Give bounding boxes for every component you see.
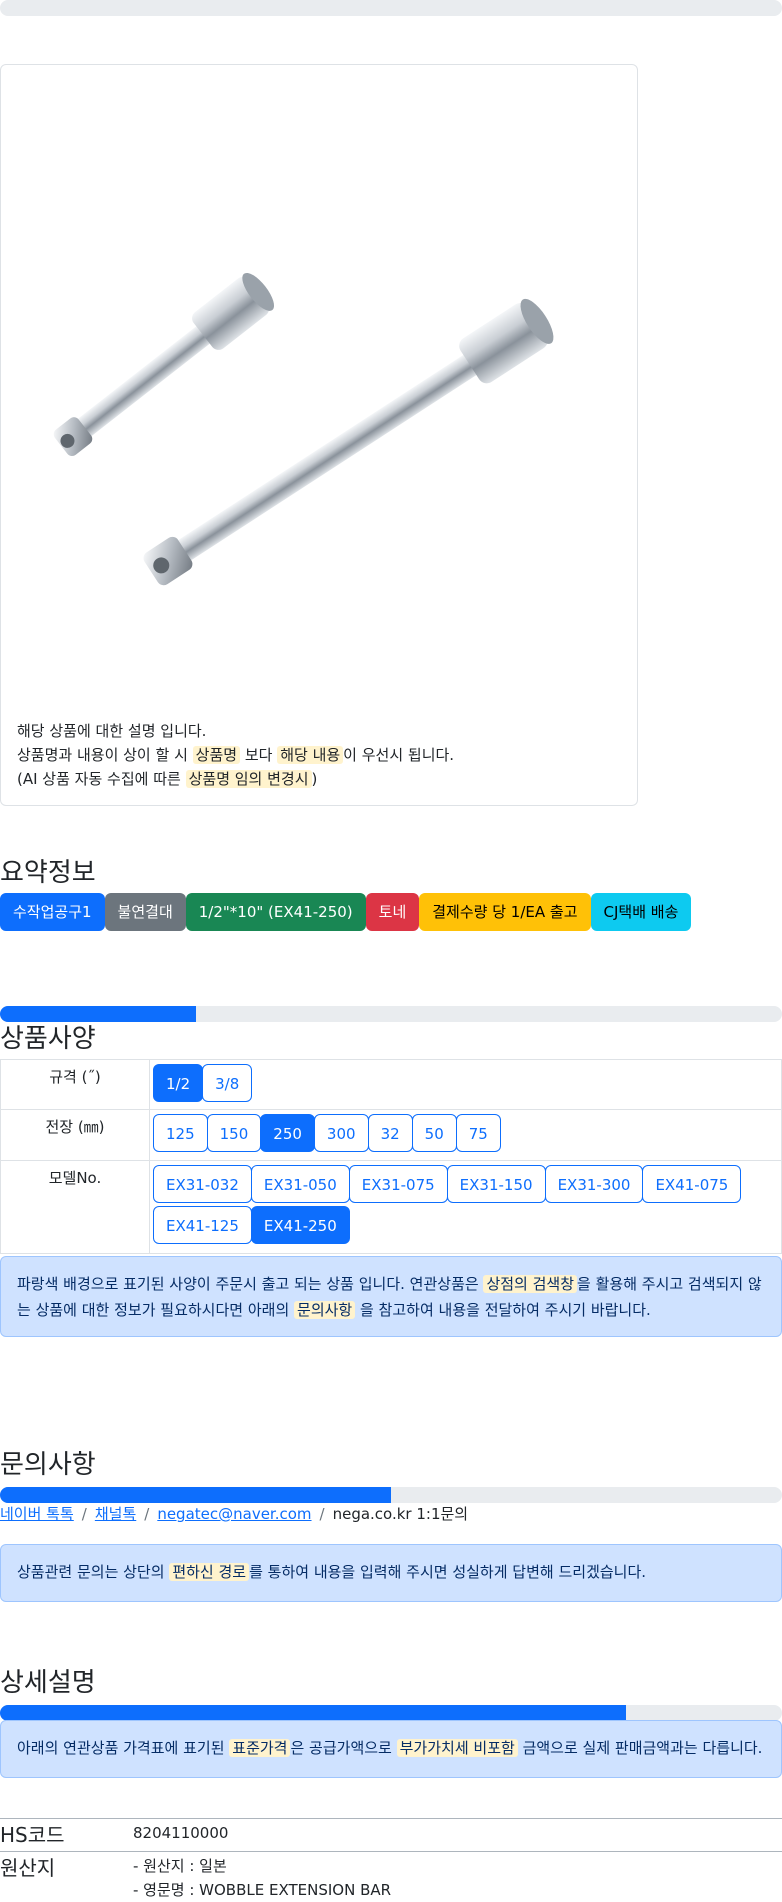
spec-label-model: 모델No. (0, 1160, 150, 1254)
notice-highlight-product-name: 상품명 (192, 746, 241, 764)
badge-brand: 토네 (365, 893, 420, 931)
option-length-300[interactable]: 300 (313, 1114, 369, 1152)
notice-line-3: (AI 상품 자동 수집에 따른 상품명 임의 변경시) (17, 770, 318, 788)
detail-title: 상세설명 (0, 1668, 96, 1698)
spec-progress-bar (0, 1006, 782, 1022)
product-notice: 해당 상품에 대한 설명 입니다. 상품명과 내용이 상이 할 시 상품명 보다… (17, 719, 627, 791)
option-model-ex31-032[interactable]: EX31-032 (153, 1165, 252, 1203)
alert-highlight-search: 상점의 검색창 (483, 1275, 578, 1293)
option-model-ex31-075[interactable]: EX31-075 (348, 1165, 448, 1203)
short-extension-bar (53, 272, 275, 457)
option-model-ex41-250[interactable]: EX41-250 (250, 1206, 350, 1244)
option-size-1-2[interactable]: 1/2 (153, 1064, 204, 1102)
origin-row: 원산지 - 원산지 : 일본 - 영문명 : WOBBLE EXTENSION … (0, 1851, 782, 1902)
alert-highlight-inquiry: 문의사항 (294, 1301, 356, 1319)
inquiry-title: 문의사항 (0, 1450, 96, 1480)
notice-highlight-rename: 상품명 임의 변경시 (185, 770, 312, 788)
link-channel-talk[interactable]: 채널톡 (95, 1505, 136, 1523)
top-progress-bar (0, 0, 782, 16)
option-length-50[interactable]: 50 (411, 1114, 457, 1152)
spec-options-size: 1/2 3/8 (149, 1059, 782, 1110)
option-model-ex41-125[interactable]: EX41-125 (153, 1206, 252, 1244)
badge-quantity: 결제수량 당 1/EA 출고 (419, 893, 591, 931)
hs-code-value: 8204110000 (133, 1824, 229, 1842)
summary-title: 요약정보 (0, 858, 96, 888)
product-image (53, 272, 554, 586)
option-length-250[interactable]: 250 (260, 1114, 315, 1152)
option-model-ex31-150[interactable]: EX31-150 (446, 1165, 546, 1203)
inquiry-progress-fill (0, 1487, 391, 1503)
spec-label-size: 규격 (˝) (0, 1059, 150, 1110)
notice-line-1: 해당 상품에 대한 설명 입니다. (17, 722, 207, 740)
hs-code-label: HS코드 (0, 1823, 65, 1847)
notice-highlight-content: 해당 내용 (277, 746, 344, 764)
detail-progress-fill (0, 1705, 626, 1721)
option-model-ex31-050[interactable]: EX31-050 (250, 1165, 350, 1203)
spec-options-model: EX31-032 EX31-050 EX31-075 EX31-150 EX31-300… (149, 1160, 782, 1254)
badge-model: 1/2"*10" (EX41-250) (185, 893, 366, 931)
spec-label-length: 전장 (㎜) (0, 1109, 150, 1161)
spec-row-size: 규격 (˝) 1/2 3/8 (0, 1059, 782, 1110)
spec-table: 규격 (˝) 1/2 3/8 전장 (㎜) 125 150 250 300 32 50 75 … (0, 1059, 782, 1254)
badge-shipping: CJ택배 배송 (590, 893, 692, 931)
badge-type: 불연결대 (104, 893, 186, 931)
option-model-ex31-300[interactable]: EX31-300 (544, 1165, 644, 1203)
product-card: 해당 상품에 대한 설명 입니다. 상품명과 내용이 상이 할 시 상품명 보다… (0, 64, 638, 806)
option-length-75[interactable]: 75 (455, 1114, 501, 1152)
alert-highlight-vat: 부가가치세 비포함 (396, 1739, 518, 1757)
origin-label: 원산지 (0, 1856, 56, 1880)
link-naver-talktalk[interactable]: 네이버 톡톡 (0, 1505, 74, 1523)
inquiry-channels: 네이버 톡톡 / 채널톡 / negatec@naver.com / nega.co.kr … (0, 1505, 469, 1523)
origin-country: - 원산지 : 일본 (133, 1857, 227, 1875)
link-email[interactable]: negatec@naver.com (157, 1505, 311, 1523)
notice-line-2: 상품명과 내용이 상이 할 시 상품명 보다 해당 내용 이 우선시 됩니다. (17, 746, 455, 764)
spec-row-model: 모델No. EX31-032 EX31-050 EX31-075 EX31-150 EX… (0, 1160, 782, 1254)
detail-progress-bar (0, 1705, 782, 1721)
site-inquiry-text: nega.co.kr 1:1문의 (332, 1505, 469, 1523)
alert-highlight-route: 편하신 경로 (169, 1563, 250, 1581)
detail-alert: 아래의 연관상품 가격표에 표기된 표준가격 은 공급가액으로 부가가치세 비포함… (0, 1720, 782, 1778)
origin-english-name: - 영문명 : WOBBLE EXTENSION BAR (133, 1881, 392, 1899)
alert-highlight-standard-price: 표준가격 (229, 1739, 291, 1757)
option-model-ex41-075[interactable]: EX41-075 (642, 1165, 742, 1203)
badge-category: 수작업공구1 (0, 893, 105, 931)
hs-code-row: HS코드 8204110000 (0, 1818, 782, 1851)
spec-row-length: 전장 (㎜) 125 150 250 300 32 50 75 (0, 1109, 782, 1161)
option-length-125[interactable]: 125 (153, 1114, 208, 1152)
summary-badges: 수작업공구1 불연결대 1/2"*10" (EX41-250) 토네 결제수량 … (0, 893, 692, 931)
spec-alert: 파랑색 배경으로 표기된 사양이 주문시 출고 되는 상품 입니다. 연관상품은… (0, 1256, 782, 1337)
spec-options-length: 125 150 250 300 32 50 75 (149, 1109, 782, 1161)
spec-title: 상품사양 (0, 1024, 96, 1054)
inquiry-progress-bar (0, 1487, 782, 1503)
option-length-32[interactable]: 32 (367, 1114, 413, 1152)
option-size-3-8[interactable]: 3/8 (202, 1064, 253, 1102)
inquiry-alert: 상품관련 문의는 상단의 편하신 경로 를 통하여 내용을 입력해 주시면 성실하… (0, 1544, 782, 1602)
origin-value: - 원산지 : 일본 - 영문명 : WOBBLE EXTENSION BAR (133, 1854, 391, 1902)
option-length-150[interactable]: 150 (206, 1114, 262, 1152)
